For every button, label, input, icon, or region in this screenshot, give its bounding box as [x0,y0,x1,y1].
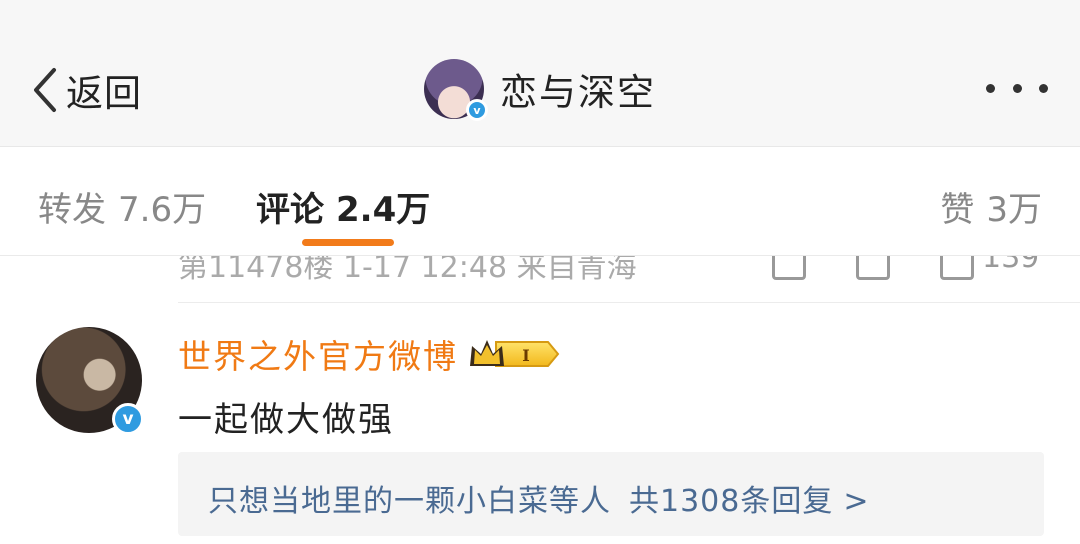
verified-badge-icon: v [112,403,144,435]
account-avatar[interactable]: v [424,59,488,121]
back-label: 返回 [66,72,142,115]
tab-like[interactable]: 赞 3万 [940,182,1042,231]
tab-comment[interactable]: 评论 2.4万 [256,182,430,231]
tab-label: 赞 [940,190,975,230]
tab-count: 2.4万 [336,190,431,230]
tab-count: 3万 [986,190,1042,230]
interaction-tabs: 转发 7.6万 评论 2.4万 赞 3万 [0,147,1080,256]
commenter-name-row: 世界之外官方微博 I [178,334,564,376]
share-icon[interactable] [772,256,806,280]
replies-from: 只想当地里的一颗小白菜等人 [208,484,611,519]
replies-total: 共1308条回复 [629,484,834,519]
top-navigation-bar: 返回 v 恋与深空 [0,0,1080,147]
dot-icon [1039,84,1048,93]
reply-icon[interactable] [856,256,890,280]
chevron-left-icon [34,68,56,112]
crown-badge-icon[interactable]: I [468,336,564,372]
replies-summary: 只想当地里的一颗小白菜等人 共1308条回复 > [208,476,870,520]
comment-text: 一起做大做强 [178,400,394,440]
like-count: 139 [982,256,1040,275]
verified-badge-icon: v [466,99,488,121]
commenter-avatar[interactable]: v [36,327,144,435]
dot-icon [1012,84,1022,93]
level-number: I [522,346,529,365]
tab-count: 7.6万 [118,190,207,230]
commenter-name[interactable]: 世界之外官方微博 [178,330,458,378]
tab-forward[interactable]: 转发 7.6万 [38,182,206,231]
page-title: 恋与深空 [500,71,656,114]
like-icon[interactable] [940,256,974,280]
account-title[interactable]: v 恋与深空 [424,58,656,121]
active-tab-indicator [302,239,394,246]
chevron-right-icon: > [843,484,870,519]
back-button[interactable]: 返回 [30,66,142,115]
tab-label: 转发 [38,190,106,230]
dot-icon [986,84,995,93]
previous-comment-footer: 第11478楼 1-17 12:48 来自青海 139 [178,256,1080,303]
floor-meta: 第11478楼 1-17 12:48 来自青海 [178,256,637,285]
view-replies-button[interactable]: 只想当地里的一颗小白菜等人 共1308条回复 > [178,452,1044,536]
comment-actions: 139 [772,256,1039,280]
tab-label: 评论 [256,190,324,230]
more-options-button[interactable] [986,84,1048,96]
